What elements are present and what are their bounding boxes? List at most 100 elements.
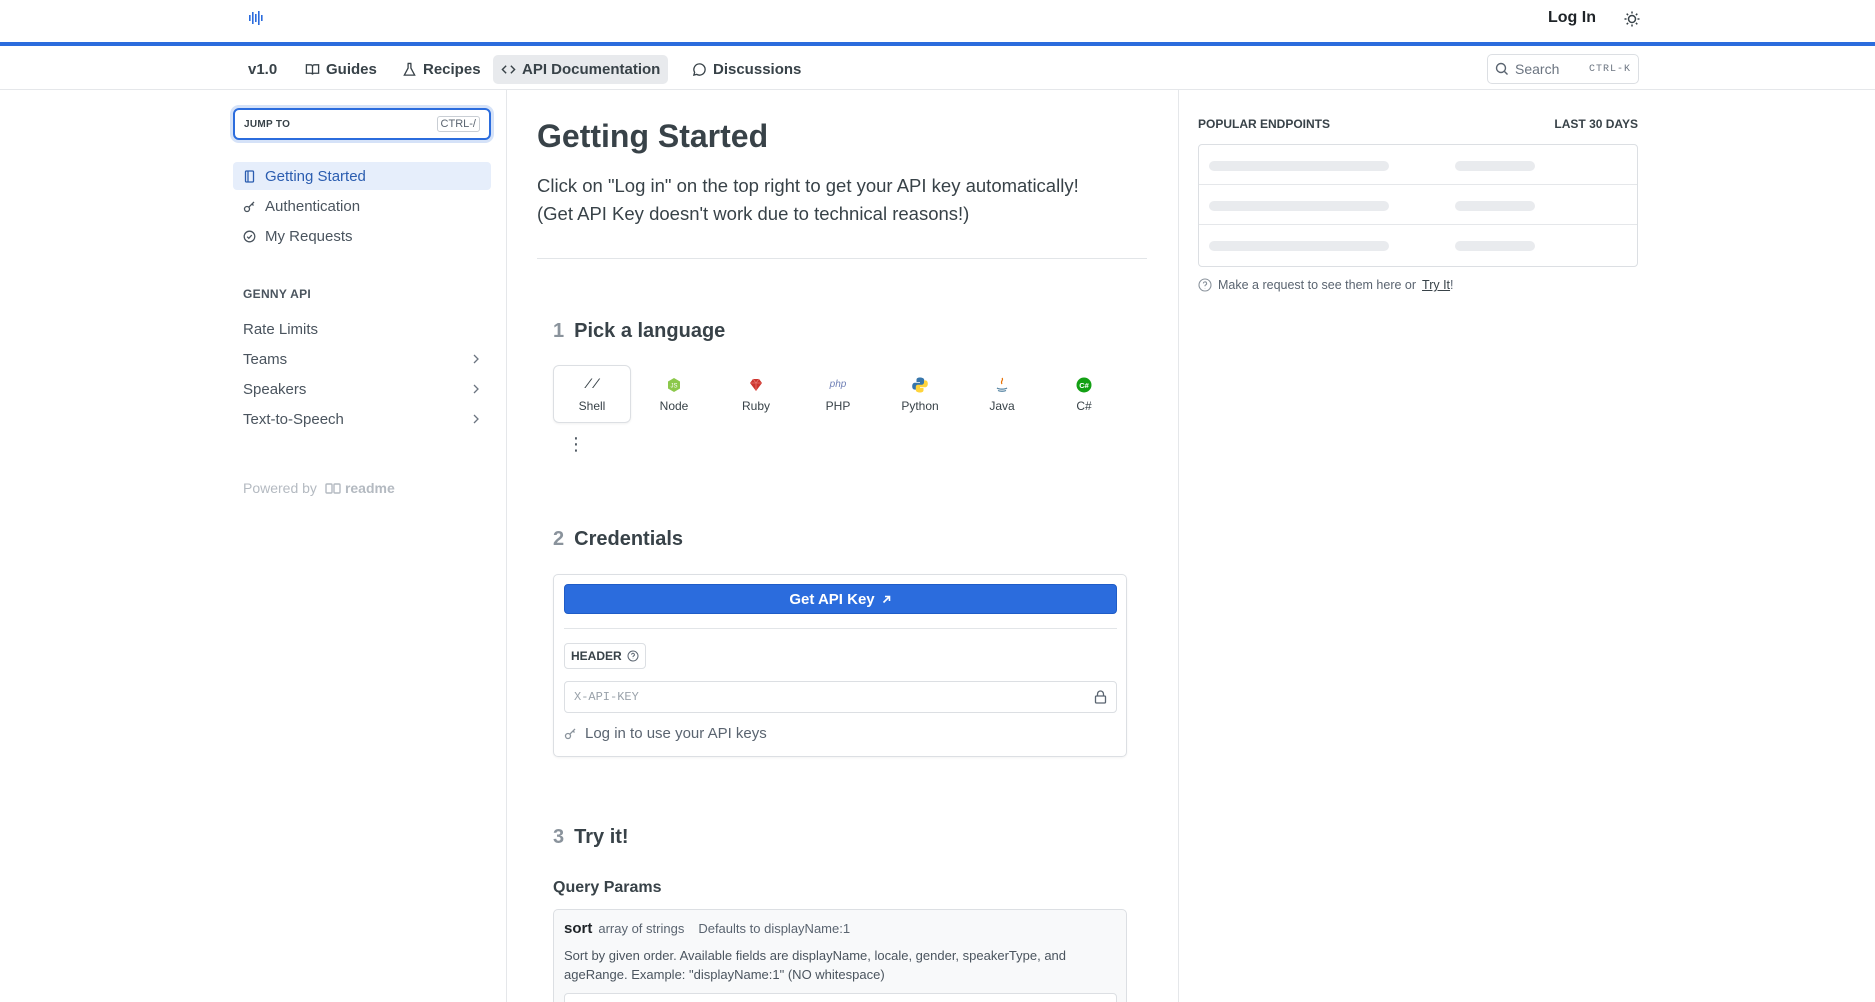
divider: [564, 628, 1117, 629]
step-pick-language-heading: 1 Pick a language: [553, 320, 725, 343]
get-api-key-label: Get API Key: [789, 590, 875, 608]
language-label: Python: [901, 398, 939, 413]
tab-api-documentation-label: API Documentation: [522, 61, 661, 78]
language-python[interactable]: Python: [881, 365, 959, 423]
tab-guides[interactable]: Guides: [297, 55, 385, 84]
note-text: Make a request to see them here or: [1218, 278, 1417, 292]
java-icon: [996, 377, 1008, 392]
credentials-panel: Get API Key HEADER X-API-KEY Log in to u…: [553, 574, 1127, 757]
sun-icon[interactable]: [1623, 10, 1641, 28]
powered-by[interactable]: Powered by readme: [243, 480, 395, 496]
param-type: array of strings: [598, 921, 685, 936]
page-title: Getting Started: [537, 118, 769, 154]
login-button[interactable]: Log In: [1548, 9, 1596, 27]
external-arrow-icon: [882, 595, 890, 603]
chevron-right-icon[interactable]: [471, 353, 481, 365]
language-shell[interactable]: // Shell: [553, 365, 631, 423]
divider: [537, 258, 1147, 259]
help-icon: [627, 650, 639, 662]
param-header: sort array of strings Defaults to displa…: [564, 920, 850, 937]
step-try-it-heading: 3 Try it!: [553, 826, 629, 849]
sidebar-item-authentication[interactable]: Authentication: [233, 192, 491, 220]
popular-endpoints-period: LAST 30 DAYS: [1554, 117, 1638, 131]
language-label: Shell: [578, 398, 606, 413]
language-label: Java: [989, 398, 1015, 413]
try-it-link[interactable]: Try It: [1422, 278, 1450, 292]
param-sort-input[interactable]: [564, 993, 1117, 1002]
main-content: Getting Started Click on "Log in" on the…: [537, 90, 1147, 1002]
python-icon: [912, 377, 928, 392]
version-label: v1.0: [248, 61, 278, 78]
loading-skeleton: [1455, 201, 1535, 211]
sidebar-item-teams[interactable]: Teams: [233, 345, 491, 373]
version-selector[interactable]: v1.0: [240, 55, 285, 84]
step-number: 3: [553, 826, 565, 848]
auth-header-tag[interactable]: HEADER: [564, 643, 646, 669]
readme-icon: [325, 482, 341, 494]
check-circle-icon: [243, 230, 256, 242]
chevron-right-icon[interactable]: [471, 383, 481, 395]
search-placeholder: Search: [1515, 61, 1560, 77]
tab-discussions-label: Discussions: [713, 61, 802, 78]
jump-to-shortcut: CTRL-/: [436, 116, 480, 132]
loading-skeleton: [1209, 241, 1389, 251]
node-icon: JS: [668, 377, 680, 392]
popular-endpoints-note: Make a request to see them here or Try I…: [1198, 278, 1454, 292]
right-rail: POPULAR ENDPOINTS LAST 30 DAYS Make a re…: [1178, 90, 1875, 1002]
sidebar-item-speakers[interactable]: Speakers: [233, 375, 491, 403]
excerpt-line-1: Click on "Log in" on the top right to ge…: [537, 175, 1079, 196]
step-credentials-heading: 2 Credentials: [553, 528, 683, 551]
sidebar-item-label: Getting Started: [265, 167, 366, 185]
language-label: Node: [659, 398, 689, 413]
chevron-right-icon[interactable]: [471, 413, 481, 425]
key-icon: [243, 201, 255, 212]
flask-icon: [403, 62, 416, 76]
sidebar-item-label: Authentication: [265, 197, 361, 215]
header-tag-label: HEADER: [571, 649, 622, 663]
login-hint-text: Log in to use your API keys: [585, 725, 767, 742]
search-shortcut: CTRL-K: [1588, 63, 1631, 75]
sidebar-item-text-to-speech[interactable]: Text-to-Speech: [233, 405, 491, 433]
page-excerpt: Click on "Log in" on the top right to ge…: [537, 172, 1147, 228]
param-default: Defaults to displayName:1: [698, 921, 851, 936]
book-icon: [305, 64, 320, 75]
language-picker: // Shell JS Node Ruby php PHP Python Jav…: [553, 365, 1127, 423]
note-suffix: !: [1450, 278, 1454, 292]
ruby-icon: [750, 378, 762, 391]
more-languages-icon[interactable]: ⋮: [567, 435, 585, 453]
csharp-icon: C#: [1076, 377, 1092, 392]
step-label: Try it!: [574, 826, 629, 848]
excerpt-line-2: (Get API Key doesn't work due to technic…: [537, 203, 970, 224]
language-php[interactable]: php PHP: [799, 365, 877, 423]
search-input[interactable]: Search CTRL-K: [1487, 54, 1639, 84]
sidebar-item-getting-started[interactable]: Getting Started: [233, 162, 491, 190]
tab-recipes[interactable]: Recipes: [394, 55, 489, 84]
jump-to-input[interactable]: JUMP TO CTRL-/: [233, 108, 491, 140]
loading-skeleton: [1209, 201, 1389, 211]
step-label: Credentials: [574, 528, 684, 550]
language-csharp[interactable]: C# C#: [1045, 365, 1123, 423]
login-hint: Log in to use your API keys: [564, 725, 767, 742]
get-api-key-button[interactable]: Get API Key: [564, 584, 1117, 614]
tab-guides-label: Guides: [326, 61, 377, 78]
sidebar-item-label: Teams: [243, 350, 288, 368]
php-icon: php: [829, 379, 847, 390]
api-key-input[interactable]: X-API-KEY: [564, 681, 1117, 713]
step-number: 1: [553, 320, 565, 342]
sidebar-item-rate-limits[interactable]: Rate Limits: [233, 315, 491, 343]
sidebar-item-my-requests[interactable]: My Requests: [233, 222, 491, 250]
chat-icon: [692, 63, 706, 77]
waveform-icon[interactable]: [248, 10, 264, 26]
nav-bar: v1.0 Guides Recipes API Documentation Di…: [0, 50, 1875, 90]
popular-endpoints-title: POPULAR ENDPOINTS: [1198, 117, 1331, 131]
lock-icon: [1094, 690, 1107, 704]
language-node[interactable]: JS Node: [635, 365, 713, 423]
jump-to-label: JUMP TO: [244, 118, 291, 130]
language-ruby[interactable]: Ruby: [717, 365, 795, 423]
tab-discussions[interactable]: Discussions: [684, 55, 809, 84]
tab-api-documentation[interactable]: API Documentation: [493, 55, 669, 84]
language-java[interactable]: Java: [963, 365, 1041, 423]
loading-skeleton: [1455, 161, 1535, 171]
language-label: PHP: [825, 398, 851, 413]
query-params-title: Query Params: [553, 879, 662, 896]
